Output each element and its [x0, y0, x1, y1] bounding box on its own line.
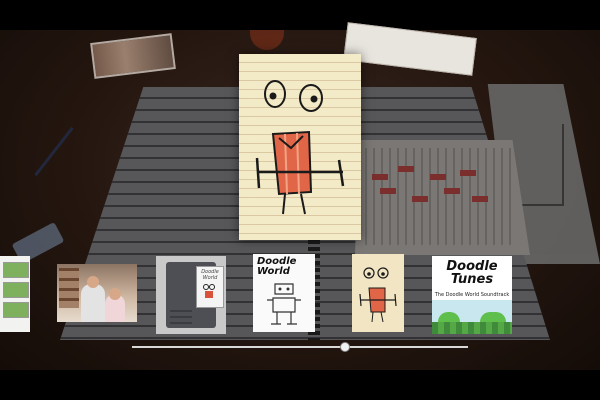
cartridge-ridge — [170, 310, 192, 312]
doodle-creature-icon — [203, 284, 215, 298]
game-cartridge-icon: Doodle World — [166, 262, 224, 328]
photo-person — [81, 284, 105, 322]
brick-mark — [460, 170, 476, 176]
thumbnail-cartridge[interactable]: Doodle World — [156, 256, 226, 334]
doodle-creature-icon — [255, 80, 345, 215]
cartridge-label: Doodle World — [196, 266, 224, 308]
letterbox-top — [0, 0, 600, 30]
brick-mark — [412, 196, 428, 202]
cartridge-ridge — [170, 322, 192, 324]
album-ground — [432, 322, 512, 334]
screenshot-strip-icon — [3, 302, 29, 318]
cartridge-label-text: Doodle World — [201, 269, 219, 281]
gallery-screen: Doodle World Doodle World Doodle Tunes T… — [0, 0, 600, 400]
thumbnail-creature-doodle[interactable] — [352, 254, 404, 332]
doodle-art-icon — [267, 283, 301, 325]
doodle-creature-icon — [359, 267, 397, 323]
brick-mark — [380, 188, 396, 194]
screenshot-strip-icon — [3, 262, 29, 278]
letterbox-bottom — [0, 370, 600, 400]
thumbnail-doodle-tunes[interactable]: Doodle Tunes The Doodle World Soundtrack — [432, 256, 512, 334]
brick-mark — [430, 174, 446, 180]
level-doodle-sketch — [355, 140, 530, 255]
photo-icon — [59, 268, 79, 308]
screenshot-strip-icon — [3, 282, 29, 298]
album-subtitle: The Doodle World Soundtrack — [434, 292, 510, 298]
gallery-carousel: Doodle World Doodle World Doodle Tunes T… — [0, 254, 600, 336]
gallery-slider-track[interactable] — [132, 346, 468, 348]
brick-mark — [398, 166, 414, 172]
brick-mark — [444, 188, 460, 194]
featured-doodle-card[interactable] — [239, 54, 361, 240]
thumbnail-screens[interactable] — [0, 256, 30, 332]
photo-person-head — [109, 288, 121, 300]
album-title: Doodle Tunes — [446, 259, 498, 287]
thumbnail-family-photo[interactable] — [57, 264, 137, 322]
brick-mark — [372, 174, 388, 180]
photo-person-head — [87, 276, 99, 288]
thumbnail-doodle-world[interactable]: Doodle World — [253, 254, 315, 332]
brick-mark — [472, 196, 488, 202]
cartridge-ridge — [170, 316, 192, 318]
album-hill — [480, 312, 506, 322]
